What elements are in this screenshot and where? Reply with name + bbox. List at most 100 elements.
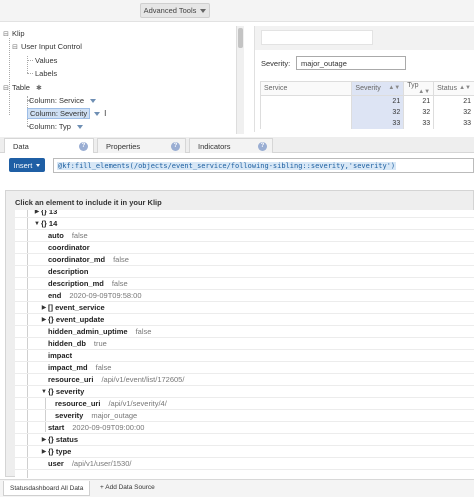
data-key: impact_md <box>48 363 88 372</box>
column-header-label: Severity <box>355 85 381 92</box>
data-row-start[interactable]: start 2020-09-09T09:00:00 <box>15 422 474 434</box>
data-row-14[interactable]: ▼ {} 14 <box>15 218 474 230</box>
advanced-tools-label: Advanced Tools <box>143 6 197 15</box>
advanced-tools-button[interactable]: Advanced Tools <box>140 3 210 18</box>
collapse-icon[interactable]: ▼ <box>40 389 48 395</box>
tree-scrollbar[interactable] <box>236 26 244 134</box>
data-row-severity-object[interactable]: ▼ {} severity <box>15 386 474 398</box>
column-header-typ[interactable]: Typ ▲▼ <box>403 81 435 96</box>
data-key: {} type <box>48 447 72 456</box>
data-row-impact-md[interactable]: impact_md false <box>15 362 474 374</box>
insert-label: Insert <box>13 160 33 170</box>
tree-item-column-service[interactable]: Column: Service <box>27 95 97 106</box>
tree-item-column-severity[interactable]: Column: Severity I <box>27 108 106 119</box>
data-value: major_outage <box>91 411 138 420</box>
data-row-coordinator[interactable]: coordinator <box>15 242 474 254</box>
data-row-end[interactable]: end 2020-09-09T09:58:00 <box>15 290 474 302</box>
tree-item-table[interactable]: ⊟ Table ✱ <box>2 82 42 93</box>
expand-icon[interactable]: ▶ <box>40 436 48 443</box>
data-row-event-service[interactable]: ▶ [] event_service <box>15 302 474 314</box>
tree-item-user-input-control[interactable]: ⊟ User Input Control <box>11 41 84 52</box>
expand-icon[interactable]: ▶ <box>40 448 48 455</box>
tree-item-label: Column: Typ <box>29 122 71 131</box>
data-value: /api/v1/user/1530/ <box>71 459 132 468</box>
data-row-impact[interactable]: impact <box>15 350 474 362</box>
data-row-hidden-db[interactable]: hidden_db true <box>15 338 474 350</box>
expand-icon[interactable]: ▶ <box>40 316 48 323</box>
tree-item-column-typ[interactable]: Column: Typ <box>27 121 83 132</box>
gear-icon[interactable]: ✱ <box>36 84 42 92</box>
tab-data[interactable]: Data ? <box>4 138 94 153</box>
table-header-row: Service Severity ▲▼ Typ ▲▼ Status ▲▼ <box>259 81 474 96</box>
tab-indicators[interactable]: Indicators ? <box>189 138 273 153</box>
collapse-icon[interactable]: ⊟ <box>11 43 19 51</box>
preview-title-box <box>261 30 373 45</box>
tree-item-klip[interactable]: ⊟ Klip <box>2 28 27 39</box>
scrollbar-thumb[interactable] <box>238 28 243 48</box>
formula-input[interactable]: @kf:fill_elements(/objects/event_service… <box>53 158 474 173</box>
data-value: 2020-09-09T09:00:00 <box>72 423 145 432</box>
sort-icon[interactable]: ▲▼ <box>388 85 400 91</box>
data-row-event-update[interactable]: ▶ {} event_update <box>15 314 474 326</box>
table-cell: 32 <box>351 106 405 118</box>
data-key: user <box>48 459 64 468</box>
tree-item-labels[interactable]: Labels <box>33 68 59 79</box>
add-data-source-link[interactable]: + Add Data Source <box>100 484 155 491</box>
table-cell: 32 <box>403 106 435 118</box>
data-value: /api/v1/severity/4/ <box>108 399 167 408</box>
data-key: description_md <box>48 279 104 288</box>
data-row-status[interactable]: ▶ {} status <box>15 434 474 446</box>
klip-preview: Severity: major_outage Service Severity ▲… <box>254 26 474 132</box>
data-row-auto[interactable]: auto false <box>15 230 474 242</box>
table-row[interactable]: 32 32 32 <box>259 106 474 118</box>
table-row[interactable]: 33 33 33 <box>259 117 474 129</box>
chevron-down-icon <box>36 163 41 167</box>
data-value: false <box>113 255 129 264</box>
data-row-description[interactable]: description <box>15 266 474 278</box>
collapse-icon[interactable]: ▼ <box>33 221 41 227</box>
data-value: false <box>135 327 152 336</box>
table-cell <box>259 106 353 118</box>
top-toolbar: Advanced Tools <box>0 0 474 22</box>
tree-item-label: User Input Control <box>21 42 82 51</box>
preview-header <box>255 26 474 50</box>
table-cell: 21 <box>433 95 474 107</box>
data-row-severity[interactable]: severity major_outage <box>15 410 474 422</box>
expand-icon[interactable]: ▶ <box>33 210 41 215</box>
help-icon[interactable]: ? <box>171 142 180 151</box>
column-header-service[interactable]: Service <box>259 81 353 96</box>
insert-button[interactable]: Insert <box>9 158 45 172</box>
data-row-13[interactable]: ▶ {} 13 <box>15 210 474 218</box>
collapse-icon[interactable]: ⊟ <box>2 84 10 92</box>
column-header-status[interactable]: Status ▲▼ <box>433 81 474 96</box>
sort-icon[interactable]: ▲▼ <box>418 89 430 95</box>
data-row-hidden-admin-uptime[interactable]: hidden_admin_uptime false <box>15 326 474 338</box>
data-row-resource-uri[interactable]: resource_uri /api/v1/event/list/172605/ <box>15 374 474 386</box>
tree-item-values[interactable]: Values <box>33 55 59 66</box>
chevron-down-icon <box>200 8 207 13</box>
collapse-icon[interactable]: ⊟ <box>2 30 10 38</box>
data-value: false <box>71 231 88 240</box>
data-value: false <box>95 363 112 372</box>
data-row-coordinator-md[interactable]: coordinator_md false <box>15 254 474 266</box>
filter-icon[interactable] <box>94 111 101 116</box>
data-key: hidden_admin_uptime <box>48 327 128 336</box>
data-row-description-md[interactable]: description_md false <box>15 278 474 290</box>
table-cell: 33 <box>433 117 474 129</box>
sort-icon[interactable]: ▲▼ <box>459 85 471 91</box>
filter-icon[interactable] <box>76 124 83 129</box>
data-row-type[interactable]: ▶ {} type <box>15 446 474 458</box>
data-source-tab[interactable]: Statusdashboard All Data <box>3 481 91 496</box>
filter-icon[interactable] <box>90 98 97 103</box>
help-icon[interactable]: ? <box>258 142 267 151</box>
data-row-severity-resource-uri[interactable]: resource_uri /api/v1/severity/4/ <box>15 398 474 410</box>
column-header-severity[interactable]: Severity ▲▼ <box>351 81 405 96</box>
table-row[interactable]: 21 21 21 <box>259 95 474 107</box>
tab-properties[interactable]: Properties ? <box>97 138 186 153</box>
table-cell: 33 <box>403 117 435 129</box>
data-key: description <box>48 267 89 276</box>
data-row-user[interactable]: user /api/v1/user/1530/ <box>15 458 474 470</box>
severity-input[interactable]: major_outage <box>296 56 406 70</box>
help-icon[interactable]: ? <box>79 142 88 151</box>
expand-icon[interactable]: ▶ <box>40 304 48 311</box>
